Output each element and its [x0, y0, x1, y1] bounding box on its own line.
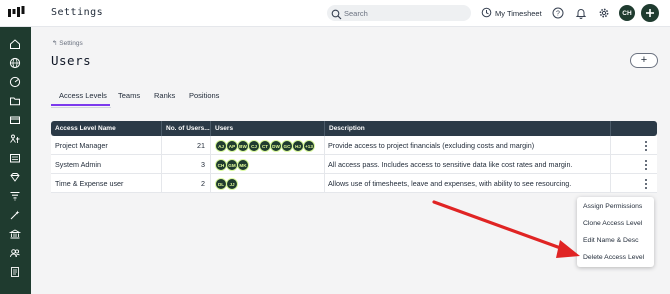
filter-icon[interactable] — [8, 189, 22, 203]
people-tree-icon[interactable] — [8, 132, 22, 146]
dot — [645, 164, 647, 166]
tab-positions[interactable]: Positions — [189, 91, 219, 100]
row-menu-button[interactable] — [643, 178, 649, 190]
app-title: Settings — [51, 7, 104, 18]
list-icon[interactable] — [8, 151, 22, 165]
table-row[interactable]: Time & Expense user 2 DL JJ Allows use o… — [51, 174, 657, 193]
column-header-description[interactable]: Description — [325, 121, 609, 136]
user-count: 3 — [201, 160, 205, 169]
dot — [645, 168, 647, 170]
user-count: 2 — [201, 179, 205, 188]
gem-icon[interactable] — [8, 170, 22, 184]
search-icon — [331, 7, 342, 25]
svg-text:?: ? — [556, 11, 560, 18]
card-icon[interactable] — [8, 113, 22, 127]
column-header-users[interactable]: Users — [211, 121, 323, 136]
globe-icon[interactable] — [8, 56, 22, 70]
user-avatar[interactable]: CH — [619, 5, 635, 21]
page-title: Users — [51, 53, 92, 68]
home-icon[interactable] — [8, 37, 22, 51]
access-level-name: Project Manager — [55, 141, 108, 150]
active-tab-indicator — [51, 104, 110, 106]
user-count: 21 — [197, 141, 205, 150]
search-box[interactable] — [327, 5, 471, 21]
menu-item-assign-permissions[interactable]: Assign Permissions — [583, 203, 642, 210]
user-avatars: CH GM MK — [215, 159, 249, 171]
dot — [645, 145, 647, 147]
row-context-menu: Assign Permissions Clone Access Level Ed… — [577, 197, 654, 267]
tab-teams[interactable]: Teams — [118, 91, 140, 100]
gear-icon[interactable] — [597, 6, 611, 20]
logo-icon[interactable] — [8, 6, 26, 20]
my-timesheet-button[interactable]: My Timesheet — [481, 6, 542, 20]
dot — [645, 149, 647, 151]
top-bar: Settings My Timesheet ? CH — [0, 0, 670, 27]
avatar[interactable]: JJ — [226, 178, 238, 190]
access-level-description: All access pass. Includes access to sens… — [328, 160, 573, 169]
dot — [645, 141, 647, 143]
tab-divider — [51, 107, 111, 108]
tab-ranks[interactable]: Ranks — [154, 91, 175, 100]
help-icon[interactable]: ? — [551, 6, 565, 20]
report-icon[interactable] — [8, 265, 22, 279]
access-level-name: System Admin — [55, 160, 101, 169]
table-row[interactable]: System Admin 3 CH GM MK All access pass.… — [51, 155, 657, 174]
row-menu-button[interactable] — [643, 159, 649, 171]
column-header-count[interactable]: No. of Users... — [162, 121, 210, 136]
bell-icon[interactable] — [574, 6, 588, 20]
timesheet-icon — [481, 7, 492, 20]
sidebar — [0, 27, 31, 294]
table-row[interactable]: Project Manager 21 AJ AP BW CJ CT DW GC … — [51, 136, 657, 155]
dot — [645, 179, 647, 181]
access-level-description: Provide access to project financials (ex… — [328, 141, 535, 150]
avatar[interactable]: MK — [237, 159, 249, 171]
contacts-icon[interactable] — [8, 246, 22, 260]
timesheet-label: My Timesheet — [495, 8, 542, 18]
more-users-badge[interactable]: +13 — [303, 140, 315, 152]
access-level-description: Allows use of timesheets, leave and expe… — [328, 179, 572, 188]
user-avatars: AJ AP BW CJ CT DW GC HJ +13 — [215, 140, 315, 152]
tab-access-levels[interactable]: Access Levels — [59, 91, 107, 100]
dashboard-icon[interactable] — [8, 75, 22, 89]
user-avatars: DL JJ — [215, 178, 238, 190]
access-level-name: Time & Expense user — [55, 179, 124, 188]
dot — [645, 183, 647, 185]
menu-item-clone-access-level[interactable]: Clone Access Level — [583, 220, 642, 227]
wand-icon[interactable] — [8, 208, 22, 222]
dot — [645, 160, 647, 162]
row-menu-button[interactable] — [643, 140, 649, 152]
folder-icon[interactable] — [8, 94, 22, 108]
menu-item-delete-access-level[interactable]: Delete Access Level — [583, 254, 644, 261]
table-header: Access Level Name No. of Users... Users … — [51, 121, 657, 136]
access-levels-table: Access Level Name No. of Users... Users … — [51, 121, 657, 193]
quick-add-button[interactable] — [641, 4, 659, 22]
menu-item-edit-name-desc[interactable]: Edit Name & Desc — [583, 237, 639, 244]
column-header-name[interactable]: Access Level Name — [51, 121, 161, 136]
plus-icon — [646, 9, 654, 17]
bank-icon[interactable] — [8, 227, 22, 241]
add-button[interactable]: + — [630, 53, 658, 68]
dot — [645, 187, 647, 189]
breadcrumb[interactable]: ↰ Settings — [52, 39, 83, 47]
search-input[interactable] — [344, 7, 464, 19]
